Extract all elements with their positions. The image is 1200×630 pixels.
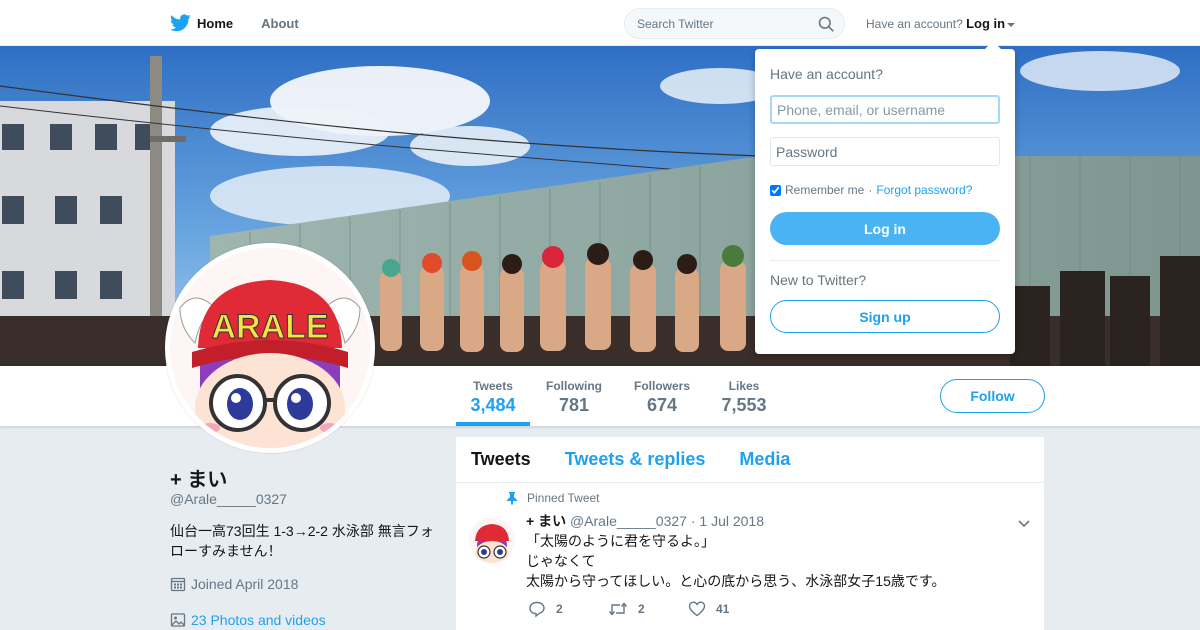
- heart-icon: [688, 601, 706, 617]
- image-icon: [170, 613, 186, 627]
- divider: [770, 260, 1000, 261]
- tweet-text-line: じゃなくて: [526, 553, 596, 569]
- stat-tweets-value: 3,484: [470, 395, 516, 415]
- stat-tweets-label: Tweets: [473, 379, 513, 393]
- have-account-label: Have an account?: [866, 17, 963, 31]
- tweet-author-name[interactable]: + まい: [526, 513, 566, 529]
- username-field[interactable]: [770, 95, 1000, 124]
- pinned-tweet[interactable]: Pinned Tweet + まい @Arale_____0327 · 1 Ju…: [456, 483, 1044, 630]
- tweet-header: + まい @Arale_____0327 · 1 Jul 2018: [526, 511, 764, 531]
- remember-me-label[interactable]: Remember me: [785, 183, 864, 197]
- tab-media[interactable]: Media: [739, 449, 790, 470]
- profile-avatar[interactable]: ARALE: [165, 243, 375, 453]
- like-button[interactable]: 41: [688, 600, 768, 618]
- login-link-label: Log in: [966, 16, 1006, 31]
- profile-photos-label: 23 Photos and videos: [191, 612, 326, 628]
- avatar-cap-text: ARALE: [211, 308, 328, 346]
- tab-tweets-replies[interactable]: Tweets & replies: [565, 449, 706, 470]
- retweet-icon: [608, 602, 628, 616]
- tweet-avatar[interactable]: [469, 517, 515, 563]
- calendar-icon: [170, 577, 186, 592]
- stat-followers[interactable]: Followers 674: [628, 366, 696, 426]
- follow-button[interactable]: Follow: [940, 379, 1045, 413]
- nav-home-label: Home: [197, 15, 234, 31]
- search-icon[interactable]: [818, 16, 834, 32]
- pin-icon: [507, 492, 517, 505]
- top-navigation-bar: Home About Have an account? Log in: [0, 0, 1200, 46]
- stat-followers-value: 674: [646, 395, 678, 415]
- login-button[interactable]: Log in: [770, 212, 1000, 245]
- login-dropdown-toggle[interactable]: Have an account? Log in: [866, 16, 1016, 31]
- stat-following-value: 781: [558, 395, 590, 415]
- timeline: Tweets Tweets & replies Media Pinned Twe…: [456, 437, 1044, 630]
- retweet-button[interactable]: 2: [608, 600, 688, 618]
- nav-links: Home About: [170, 0, 299, 46]
- retweet-count: 2: [638, 602, 645, 616]
- avatar-illustration: ARALE: [170, 248, 370, 448]
- profile-joined-label: Joined April 2018: [191, 576, 299, 592]
- tweet-author-handle[interactable]: @Arale_____0327: [570, 513, 687, 529]
- profile-name: + まい: [170, 469, 228, 491]
- pinned-label: Pinned Tweet: [527, 491, 600, 505]
- remember-me-checkbox[interactable]: [770, 184, 781, 196]
- tweet-date[interactable]: · 1 Jul 2018: [691, 513, 764, 529]
- nav-about-link[interactable]: About: [261, 16, 299, 31]
- reply-icon: [529, 601, 545, 618]
- tweet-text: 「太陽のように君を守るよ。」 じゃなくて 太陽から守ってほしい。と心の底から思う…: [526, 531, 1026, 591]
- tweet-actions: 2 2 41: [528, 600, 768, 618]
- stat-likes[interactable]: Likes 7,553: [716, 366, 772, 426]
- tab-tweets[interactable]: Tweets: [471, 449, 531, 470]
- new-to-twitter-label: New to Twitter?: [770, 272, 867, 288]
- reply-count: 2: [556, 602, 563, 616]
- chevron-down-icon[interactable]: [1016, 515, 1032, 531]
- tweet-text-line: 太陽から守ってほしい。と心の底から思う、水泳部女子15歳です。: [526, 573, 946, 589]
- signup-button[interactable]: Sign up: [770, 300, 1000, 333]
- tweet-text-line: 「太陽のように君を守るよ。」: [526, 533, 715, 549]
- forgot-password-link[interactable]: Forgot password?: [876, 183, 972, 197]
- search-box: [624, 8, 845, 39]
- login-dropdown-title: Have an account?: [770, 66, 883, 82]
- stat-following[interactable]: Following 781: [540, 366, 608, 426]
- profile-bio: 仙台一高73回生 1-3→2-2 水泳部 無言フォローすみません！: [170, 523, 434, 559]
- password-field[interactable]: [770, 137, 1000, 166]
- twitter-bird-icon: [170, 14, 191, 32]
- profile-handle[interactable]: @Arale_____0327: [170, 491, 287, 507]
- nav-about-label: About: [261, 15, 299, 31]
- stat-following-label: Following: [546, 379, 602, 393]
- stat-likes-label: Likes: [728, 379, 760, 393]
- login-dropdown: Have an account? Remember me · Forgot pa…: [755, 41, 1015, 354]
- separator-dot: ·: [868, 183, 873, 197]
- caret-down-icon: [1007, 22, 1016, 27]
- pinned-indicator: Pinned Tweet: [506, 491, 600, 505]
- profile-photos-link[interactable]: 23 Photos and videos: [170, 612, 326, 628]
- stat-tweets[interactable]: Tweets 3,484: [456, 366, 530, 426]
- like-count: 41: [716, 602, 730, 616]
- profile-joined: Joined April 2018: [170, 576, 298, 592]
- remember-me-row: Remember me · Forgot password?: [770, 183, 972, 197]
- stat-followers-label: Followers: [633, 379, 690, 393]
- timeline-tabs: Tweets Tweets & replies Media: [456, 437, 1044, 483]
- stat-likes-value: 7,553: [721, 395, 767, 415]
- nav-home-link[interactable]: Home: [170, 14, 233, 32]
- search-input[interactable]: [625, 9, 805, 38]
- reply-button[interactable]: 2: [528, 600, 608, 618]
